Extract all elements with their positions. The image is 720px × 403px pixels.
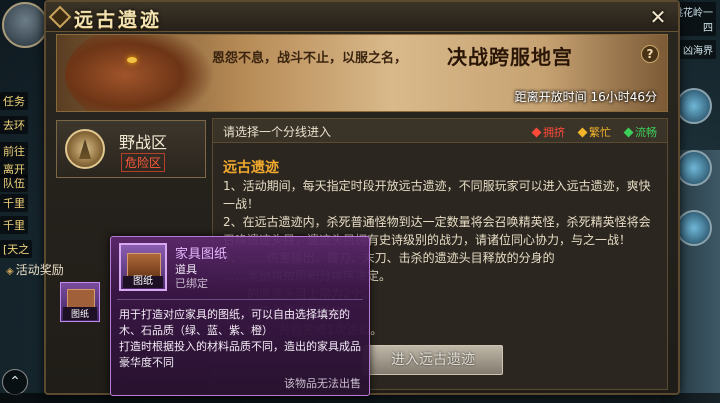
dragon-illustration xyxy=(65,35,215,111)
hud-tag[interactable]: 前往 xyxy=(0,142,28,160)
item-description-line: 打造时根据投入的材料品质不同，造出的家具成品豪华度不同 xyxy=(119,340,361,369)
tooltip-divider xyxy=(117,299,363,300)
legend-smooth: 流畅 xyxy=(623,124,657,140)
title-ornament-icon xyxy=(48,5,72,29)
diamond-icon xyxy=(531,127,542,137)
panel-titlebar: 远古遗迹 ✕ xyxy=(46,2,678,32)
dragon-eye xyxy=(127,57,137,63)
reward-section-title: 活动奖励 xyxy=(6,261,64,278)
skill-orb-icon[interactable] xyxy=(676,88,712,124)
banner-subtitle: 恩怨不息，战斗不止，以服之名， xyxy=(212,51,408,66)
line-prompt: 请选择一个分线进入 xyxy=(223,125,332,139)
item-tooltip: 图纸 家具图纸 道具 已绑定 用于打造对应家具的图纸，可以自由选择填充的木、石品… xyxy=(110,236,370,396)
item-icon-label: 图纸 xyxy=(123,276,163,288)
hud-tag[interactable]: 千里 xyxy=(0,216,28,234)
blueprint-item-icon: 图纸 xyxy=(119,243,167,291)
enter-ruins-button[interactable]: 进入远古遗迹 xyxy=(363,345,503,375)
close-button[interactable]: ✕ xyxy=(646,6,670,28)
skill-orb-icon[interactable] xyxy=(676,150,712,186)
player-avatar[interactable] xyxy=(2,2,48,48)
event-banner: 恩怨不息，战斗不止，以服之名， 决战跨服地宫 ? 距离开放时间 16小时46分 xyxy=(56,34,668,112)
countdown-label: 距离开放时间 xyxy=(514,90,587,104)
zone-name: 野战区 xyxy=(119,133,168,152)
item-name: 家具图纸 xyxy=(175,247,228,262)
hud-tag[interactable]: [天之 xyxy=(0,240,33,258)
item-sell-note: 该物品无法出售 xyxy=(284,377,361,390)
reward-item-slot[interactable]: 图纸 xyxy=(60,282,100,322)
desk-icon xyxy=(127,253,161,277)
zone-danger-badge: 危险区 xyxy=(121,153,166,172)
description-title: 远古遗迹 xyxy=(223,160,279,176)
zone-card[interactable]: 野战区 危险区 xyxy=(56,120,206,178)
chevron-up-icon[interactable]: ⌃ xyxy=(2,369,28,395)
legend-crowded: 拥挤 xyxy=(531,124,565,140)
diamond-icon xyxy=(577,127,588,137)
diamond-icon xyxy=(623,127,634,137)
hud-tag[interactable]: 去环 xyxy=(0,116,28,134)
description-line: 1、活动期间，每天指定时段开放远古遗迹，不同服玩家可以进入远古遗迹，爽快一战！ xyxy=(223,179,651,211)
open-countdown: 距离开放时间 16小时46分 xyxy=(515,88,657,105)
reward-item-label: 图纸 xyxy=(63,307,97,320)
hud-tag[interactable]: 任务 xyxy=(0,92,28,110)
hud-tag[interactable]: 队伍 xyxy=(0,174,28,192)
line-status-legend: 拥挤 繁忙 流畅 xyxy=(531,124,657,140)
zone-emblem-icon xyxy=(65,129,105,169)
desk-icon xyxy=(67,289,95,309)
legend-busy: 繁忙 xyxy=(577,124,611,140)
countdown-value: 16小时46分 xyxy=(590,90,657,104)
panel-title: 远古遗迹 xyxy=(74,9,163,31)
hud-tag[interactable]: 千里 xyxy=(0,194,28,212)
item-description-line: 用于打造对应家具的图纸，可以自由选择填充的木、石品质（绿、蓝、紫、橙） xyxy=(119,308,350,337)
help-icon[interactable]: ? xyxy=(641,45,659,63)
line-selector[interactable]: 请选择一个分线进入 拥挤 繁忙 流畅 xyxy=(213,119,667,143)
skill-orb-icon[interactable] xyxy=(676,210,712,246)
item-description: 用于打造对应家具的图纸，可以自由选择填充的木、石品质（绿、蓝、紫、橙） 打造时根… xyxy=(119,307,363,371)
banner-headline: 决战跨服地宫 xyxy=(447,45,573,69)
item-bound-status: 已绑定 xyxy=(175,277,208,290)
